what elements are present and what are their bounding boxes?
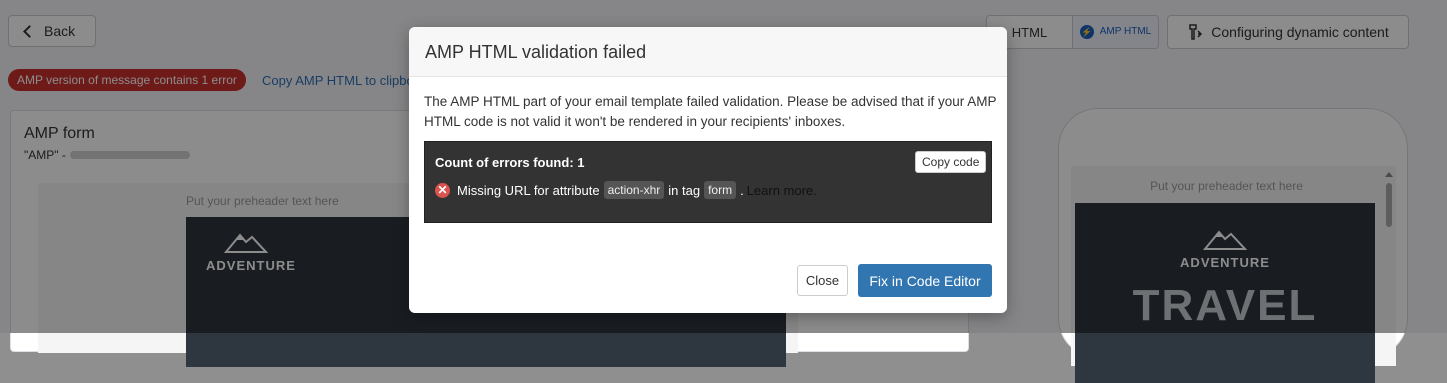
modal-header: AMP HTML validation failed bbox=[409, 27, 1007, 77]
modal-message: The AMP HTML part of your email template… bbox=[424, 94, 997, 129]
error-tag-chip: form bbox=[704, 181, 737, 199]
close-button[interactable]: Close bbox=[797, 265, 848, 296]
error-text-2: in tag bbox=[668, 182, 701, 198]
error-report: Count of errors found: 1 Copy code ✕ Mis… bbox=[424, 141, 992, 223]
error-count: Count of errors found: 1 bbox=[435, 155, 585, 170]
error-text-3: . bbox=[740, 182, 744, 198]
error-text-1: Missing URL for attribute bbox=[457, 182, 600, 198]
validation-modal: AMP HTML validation failed The AMP HTML … bbox=[409, 27, 1007, 313]
error-item: ✕ Missing URL for attribute action-xhr i… bbox=[435, 181, 817, 199]
copy-code-button[interactable]: Copy code bbox=[915, 151, 987, 173]
modal-title: AMP HTML validation failed bbox=[425, 42, 647, 62]
fix-in-code-editor-button[interactable]: Fix in Code Editor bbox=[858, 264, 992, 297]
learn-more-link[interactable]: Learn more. bbox=[747, 183, 817, 198]
error-attribute-chip: action-xhr bbox=[603, 181, 665, 199]
error-x-icon: ✕ bbox=[435, 182, 450, 198]
